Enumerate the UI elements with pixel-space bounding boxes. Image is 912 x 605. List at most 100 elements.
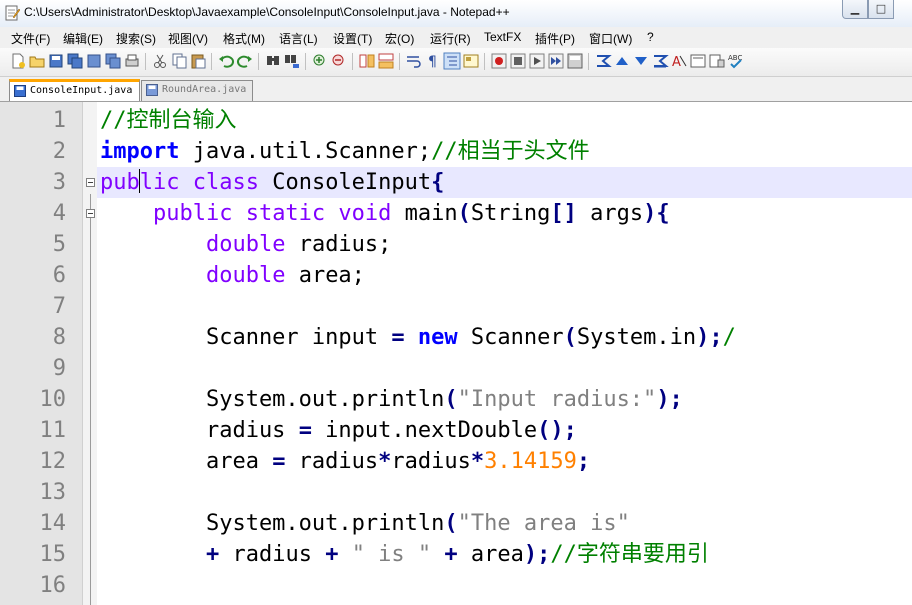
textfx-2-icon[interactable] xyxy=(613,52,631,70)
line-number: 13 xyxy=(39,480,67,505)
code-token: area xyxy=(457,542,524,567)
sync-vertical-icon[interactable] xyxy=(358,52,376,70)
tab-label: RoundArea.java xyxy=(162,84,247,95)
spellcheck-icon[interactable]: ABC xyxy=(727,52,745,70)
code-token: double xyxy=(205,263,286,288)
redo-icon[interactable] xyxy=(236,52,254,70)
cut-icon[interactable] xyxy=(151,52,169,70)
fold-toggle-main[interactable] xyxy=(86,209,95,218)
code-line[interactable]: double area; xyxy=(100,260,365,291)
code-token: (); xyxy=(537,418,577,443)
code-line[interactable]: area = radius*radius*3.14159; xyxy=(100,446,590,477)
play-macro-icon[interactable] xyxy=(528,52,546,70)
copy-icon[interactable] xyxy=(170,52,188,70)
line-number: 7 xyxy=(52,294,66,319)
menu-plugins[interactable]: 插件(P) xyxy=(535,30,575,47)
new-file-icon[interactable] xyxy=(9,52,27,70)
minimize-icon: ▁ xyxy=(850,2,860,15)
menu-file[interactable]: 文件(F) xyxy=(11,30,50,47)
menu-search[interactable]: 搜索(S) xyxy=(116,30,156,47)
code-line[interactable]: //控制台输入 xyxy=(100,105,237,136)
code-line[interactable]: public class ConsoleInput{ xyxy=(100,167,444,198)
show-all-chars-icon[interactable]: ¶ xyxy=(424,52,442,70)
replace-icon[interactable] xyxy=(283,52,301,70)
close-all-icon[interactable] xyxy=(104,52,122,70)
menu-edit[interactable]: 编辑(E) xyxy=(63,30,103,47)
menu-bar: 文件(F) 编辑(E) 搜索(S) 视图(V) 格式(M) 语言(L) 设置(T… xyxy=(0,27,912,49)
textfx-5-icon[interactable]: A xyxy=(670,52,688,70)
menu-run[interactable]: 运行(R) xyxy=(430,30,471,47)
textfx-1-icon[interactable] xyxy=(594,52,612,70)
code-token: radius; xyxy=(285,232,392,257)
save-icon[interactable] xyxy=(47,52,65,70)
toolbar-separator xyxy=(258,53,259,70)
line-number: 15 xyxy=(39,542,67,567)
code-token: "Input radius:" xyxy=(457,387,657,412)
save-macro-icon[interactable] xyxy=(566,52,584,70)
toolbar-separator xyxy=(145,53,146,70)
find-icon[interactable] xyxy=(264,52,282,70)
menu-help[interactable]: ? xyxy=(647,30,654,44)
code-token: main xyxy=(391,201,458,226)
line-number: 2 xyxy=(52,139,66,164)
fold-toggle-class[interactable] xyxy=(86,178,95,187)
doc-map-icon[interactable] xyxy=(462,52,480,70)
menu-view[interactable]: 视图(V) xyxy=(168,30,208,47)
line-number: 10 xyxy=(39,387,67,412)
menu-settings[interactable]: 设置(T) xyxy=(333,30,372,47)
toolbar: ¶ A ABC xyxy=(0,48,912,77)
word-wrap-icon[interactable] xyxy=(405,52,423,70)
undo-icon[interactable] xyxy=(217,52,235,70)
textfx-4-icon[interactable] xyxy=(651,52,669,70)
code-token: double xyxy=(205,232,286,257)
code-token: ConsoleInput xyxy=(258,170,432,195)
code-line[interactable]: System.out.println("The area is" xyxy=(100,508,630,539)
zoom-in-icon[interactable] xyxy=(311,52,329,70)
menu-language[interactable]: 语言(L) xyxy=(279,30,318,47)
code-line[interactable]: double radius; xyxy=(100,229,391,260)
save-all-icon[interactable] xyxy=(66,52,84,70)
menu-format[interactable]: 格式(M) xyxy=(223,30,265,47)
code-token: ){ xyxy=(643,201,670,226)
run-macro-multiple-icon[interactable] xyxy=(547,52,565,70)
code-token: * xyxy=(470,449,485,474)
print-icon[interactable] xyxy=(123,52,141,70)
code-token: + xyxy=(444,542,458,567)
code-line[interactable]: Scanner input = new Scanner(System.in);/ xyxy=(100,322,736,353)
window-title: C:\Users\Administrator\Desktop\Javaexamp… xyxy=(24,5,510,19)
code-token: System.in xyxy=(576,325,697,350)
code-line[interactable]: radius = input.nextDouble(); xyxy=(100,415,577,446)
code-line[interactable]: + radius + " is " + area);//字符串要用引 xyxy=(100,539,709,570)
menu-textfx[interactable]: TextFX xyxy=(484,30,521,44)
code-token: ( xyxy=(563,325,577,350)
close-icon[interactable] xyxy=(85,52,103,70)
toolbar-separator xyxy=(484,53,485,70)
menu-macro[interactable]: 宏(O) xyxy=(385,30,414,47)
code-token: radius xyxy=(100,418,299,443)
code-token: ( xyxy=(444,511,458,536)
sync-horizontal-icon[interactable] xyxy=(377,52,395,70)
code-token: import xyxy=(100,139,180,164)
code-line[interactable]: import java.util.Scanner;//相当于头文件 xyxy=(100,136,590,167)
code-line[interactable]: System.out.println("Input radius:"); xyxy=(100,384,683,415)
code-token: ); xyxy=(523,542,551,567)
stop-macro-icon[interactable] xyxy=(509,52,527,70)
textfx-7-icon[interactable] xyxy=(708,52,726,70)
textfx-6-icon[interactable] xyxy=(689,52,707,70)
minimize-button[interactable]: ▁ xyxy=(842,0,868,19)
paste-icon[interactable] xyxy=(189,52,207,70)
tab-roundarea[interactable]: RoundArea.java xyxy=(141,80,253,101)
menu-window[interactable]: 窗口(W) xyxy=(589,30,632,47)
open-file-icon[interactable] xyxy=(28,52,46,70)
code-token: lic class xyxy=(139,170,259,195)
zoom-out-icon[interactable] xyxy=(330,52,348,70)
tab-consoleinput[interactable]: ConsoleInput.java xyxy=(9,79,140,101)
textfx-3-icon[interactable] xyxy=(632,52,650,70)
toolbar-separator xyxy=(211,53,212,70)
code-line[interactable]: public static void main(String[] args){ xyxy=(100,198,670,229)
code-token: String xyxy=(470,201,551,226)
record-macro-icon[interactable] xyxy=(490,52,508,70)
maximize-button[interactable]: □ xyxy=(868,0,894,19)
indent-guide-icon[interactable] xyxy=(443,52,461,70)
